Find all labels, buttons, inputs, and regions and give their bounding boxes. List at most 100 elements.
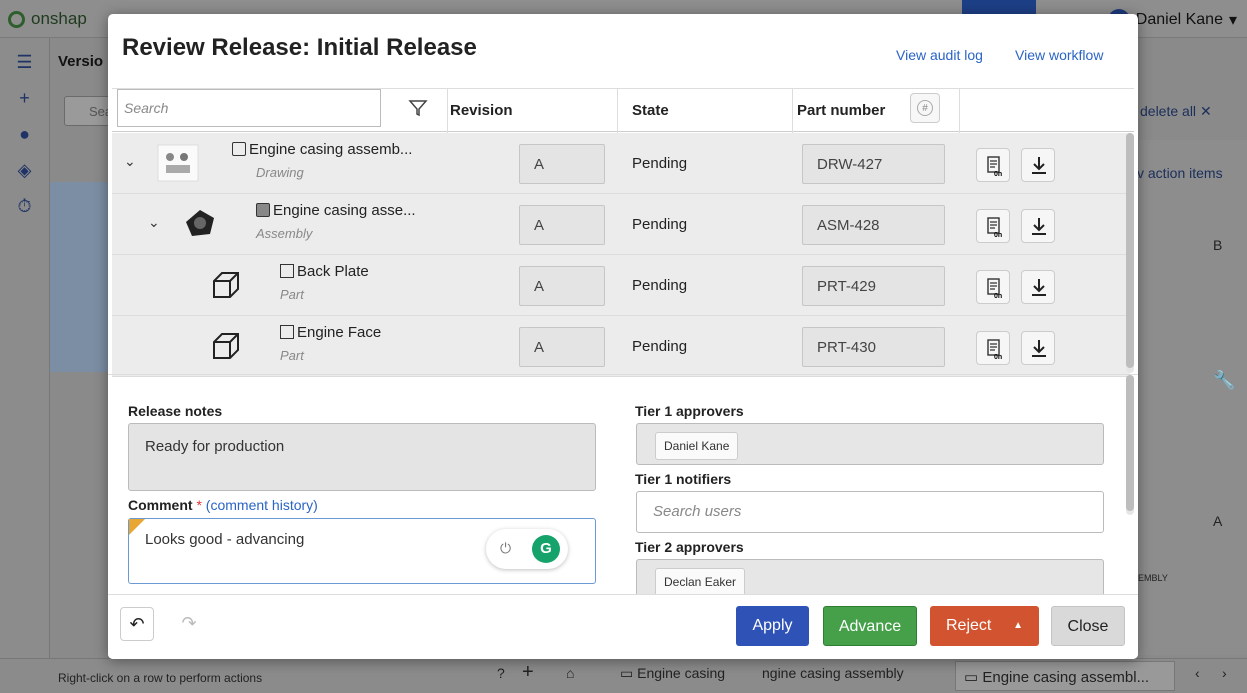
table-row[interactable]: ⌄ Engine casing asse... Assembly A Pendi… <box>112 194 1130 255</box>
panel-selected-row[interactable] <box>50 182 110 372</box>
title-block-text: EMBLY <box>1138 573 1168 583</box>
chevron-down-icon[interactable]: ⌄ <box>148 214 160 231</box>
view-audit-log-link[interactable]: View audit log <box>896 47 983 63</box>
column-state[interactable]: State <box>632 102 669 119</box>
table-row[interactable]: Back Plate Part A Pending PRT-429 0n <box>112 255 1130 316</box>
part-number-field[interactable]: PRT-430 <box>802 327 945 367</box>
table-row[interactable]: ⌄ Engine casing assemb... Drawing A Pend… <box>112 133 1130 194</box>
caret-up-icon[interactable]: ▲ <box>1013 606 1023 646</box>
revision-field[interactable]: A <box>519 266 605 306</box>
column-revision[interactable]: Revision <box>450 102 513 119</box>
download-icon <box>1032 340 1046 357</box>
part-number-generate-button[interactable]: # <box>910 93 940 123</box>
grammar-marker-icon <box>129 519 145 535</box>
tier1-notifiers-input[interactable]: Search users <box>636 491 1104 533</box>
download-button[interactable] <box>1021 331 1055 365</box>
column-part-number[interactable]: Part number <box>797 102 885 119</box>
close-button[interactable]: Close <box>1051 606 1125 646</box>
help-icon[interactable]: ? <box>497 665 505 681</box>
redo-button[interactable]: ↷ <box>172 607 206 641</box>
revision-field[interactable]: A <box>519 144 605 184</box>
advance-button[interactable]: Advance <box>823 606 917 646</box>
home-icon[interactable]: ⌂ <box>566 665 574 681</box>
tab-scroll-left-icon[interactable]: ‹ <box>1195 665 1200 681</box>
table-scrollbar-thumb[interactable] <box>1126 133 1134 368</box>
comment-history-link[interactable]: (comment history) <box>206 497 318 513</box>
revision-field[interactable]: A <box>519 327 605 367</box>
feature-list-icon[interactable]: ☰ <box>14 52 36 74</box>
delete-all-label: delete all <box>1140 103 1197 119</box>
app-logo[interactable]: onshap <box>8 9 87 29</box>
tab-folder[interactable]: ▭ Engine casing <box>620 665 725 682</box>
app-name: onshap <box>31 9 87 28</box>
approver-chip[interactable]: Declan Eaker <box>655 568 746 596</box>
table-row[interactable]: Engine Face Part A Pending PRT-430 0n <box>112 316 1130 377</box>
form-scrollbar[interactable] <box>1126 375 1134 515</box>
item-name-text: Engine casing asse... <box>273 202 416 219</box>
view-workflow-link[interactable]: View workflow <box>1015 47 1103 63</box>
action-items-link[interactable]: v action items <box>1137 165 1223 181</box>
form-scrollbar-thumb[interactable] <box>1126 375 1134 511</box>
onshape-logo-icon <box>8 10 25 28</box>
properties-icon: 0n <box>987 278 1002 300</box>
tab-drawing-active[interactable]: ▭ Engine casing assembl... <box>955 661 1175 691</box>
delete-all-link[interactable]: delete all ✕ <box>1140 103 1212 120</box>
properties-button[interactable]: 0n <box>976 331 1010 365</box>
zone-a: A <box>1213 513 1223 529</box>
tier1-notifiers-label: Tier 1 notifiers <box>635 471 732 487</box>
properties-icon: 0n <box>987 156 1002 178</box>
filter-icon[interactable] <box>408 98 428 118</box>
part-number-field[interactable]: ASM-428 <box>802 205 945 245</box>
parts-icon[interactable]: ◈ <box>14 160 36 182</box>
part-thumbnail <box>213 333 239 359</box>
state-value: Pending <box>632 216 688 233</box>
reject-label: Reject <box>946 617 992 634</box>
tab-folder-label: Engine casing <box>637 665 726 681</box>
table-header: Search Revision State Part number # <box>112 89 1134 132</box>
download-button[interactable] <box>1021 209 1055 243</box>
grammarly-icon[interactable]: G <box>532 535 560 563</box>
release-notes-field[interactable]: Ready for production <box>128 423 596 491</box>
svg-text:0n: 0n <box>994 354 1002 361</box>
download-button[interactable] <box>1021 270 1055 304</box>
grammarly-widget[interactable]: ⏻ G <box>486 529 568 569</box>
tier1-approvers-field[interactable]: Daniel Kane <box>636 423 1104 465</box>
reject-button[interactable]: Reject ▲ <box>930 606 1039 646</box>
table-scrollbar[interactable] <box>1126 133 1134 373</box>
properties-button[interactable]: 0n <box>976 148 1010 182</box>
comment-icon[interactable]: ● <box>14 124 36 146</box>
properties-button[interactable]: 0n <box>976 270 1010 304</box>
tier1-approvers-label: Tier 1 approvers <box>635 403 744 419</box>
tier2-approvers-label: Tier 2 approvers <box>635 539 744 555</box>
share-button-bg[interactable] <box>962 0 1036 14</box>
download-button[interactable] <box>1021 148 1055 182</box>
part-number-field[interactable]: PRT-429 <box>802 266 945 306</box>
part-number-field[interactable]: DRW-427 <box>802 144 945 184</box>
properties-button[interactable]: 0n <box>976 209 1010 243</box>
apply-button[interactable]: Apply <box>736 606 809 646</box>
assembly-icon <box>256 203 270 217</box>
panel-search[interactable]: Sea <box>64 96 112 126</box>
add-tab-icon[interactable]: + <box>522 661 534 684</box>
undo-button[interactable]: ↶ <box>120 607 154 641</box>
wrench-icon[interactable]: 🔧 <box>1213 370 1235 391</box>
revision-field[interactable]: A <box>519 205 605 245</box>
search-input[interactable]: Search <box>117 89 381 127</box>
power-icon[interactable]: ⏻ <box>500 540 511 557</box>
close-icon: ✕ <box>1199 103 1212 119</box>
user-name: Daniel Kane <box>1135 11 1223 28</box>
comment-label-text: Comment <box>128 497 193 513</box>
insert-icon[interactable]: + <box>14 88 36 110</box>
approver-chip[interactable]: Daniel Kane <box>655 432 739 460</box>
item-name-text: Engine casing assemb... <box>249 141 413 158</box>
status-hint: Right-click on a row to perform actions <box>58 671 263 685</box>
part-icon <box>280 325 294 339</box>
download-icon <box>1032 157 1046 174</box>
tab-assembly[interactable]: ngine casing assembly <box>762 665 904 681</box>
chevron-down-icon[interactable]: ⌄ <box>124 153 136 170</box>
dialog-title: Review Release: Initial Release <box>122 34 477 61</box>
item-type: Drawing <box>256 165 304 180</box>
tab-scroll-right-icon[interactable]: › <box>1222 665 1227 681</box>
history-icon[interactable]: ⏱ <box>14 196 36 218</box>
comment-field[interactable]: Looks good - advancing ⏻ G <box>128 518 596 584</box>
